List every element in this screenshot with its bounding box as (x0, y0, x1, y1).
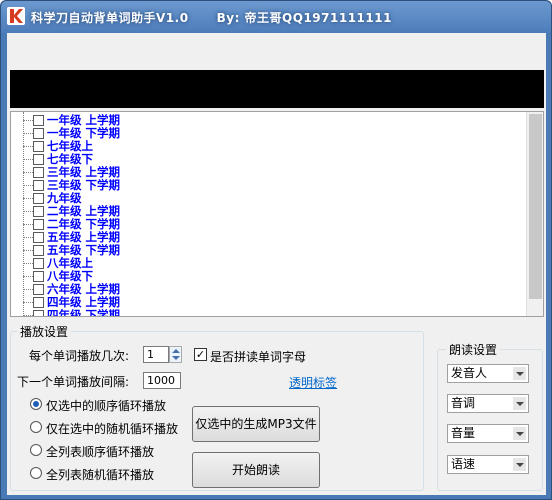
scrollbar-thumb[interactable] (529, 114, 542, 299)
chevron-down-icon[interactable] (513, 367, 526, 380)
tree-item-checkbox[interactable] (33, 271, 44, 282)
tree-branch-line (23, 133, 33, 134)
tree-branch-line (23, 276, 33, 277)
spin-up-icon[interactable] (172, 349, 180, 353)
tree-connector-line (23, 112, 24, 316)
play-mode-label[interactable]: 全列表随机循环播放 (46, 466, 154, 483)
voice-select[interactable]: 发音人 (447, 364, 529, 383)
tree-branch-line (23, 237, 33, 238)
tree-branch-line (23, 263, 33, 264)
tone-select-value: 音调 (451, 396, 476, 410)
playback-settings-title: 播放设置 (17, 323, 72, 340)
tree-item-checkbox[interactable] (33, 193, 44, 204)
tree-item-checkbox[interactable] (33, 115, 44, 126)
tree-item-checkbox[interactable] (33, 141, 44, 152)
tree-branch-line (23, 185, 33, 186)
tree-branch-line (23, 289, 33, 290)
play-mode-label[interactable]: 仅选中的顺序循环播放 (46, 397, 166, 414)
spin-down-icon[interactable] (172, 356, 180, 360)
client-area: 一年级 上学期 一年级 下学期 七年级上 七年级下 三年级 上学期 三年级 下学期 九年级二… (7, 33, 546, 495)
window-title: 科学刀自动背单词助手V1.0 By: 帝王哥QQ1971111111 (31, 11, 392, 25)
generate-mp3-button[interactable]: 仅选中的生成MP3文件 (192, 406, 320, 442)
app-logo-icon (7, 7, 25, 25)
play-mode-radio[interactable] (30, 421, 42, 433)
chevron-down-icon[interactable] (513, 427, 526, 440)
repeat-count-spinner[interactable] (169, 346, 182, 363)
tree-branch-line (23, 302, 33, 303)
speed-select-value: 语速 (451, 457, 476, 471)
tree-branch-line (23, 159, 33, 160)
tree-item-checkbox[interactable] (33, 284, 44, 295)
word-list-tree[interactable]: 一年级 上学期 一年级 下学期 七年级上 七年级下 三年级 上学期 三年级 下学期 九年级二… (10, 111, 544, 317)
vertical-scrollbar[interactable] (526, 112, 543, 316)
tree-branch-line (23, 120, 33, 121)
tree-branch-line (23, 146, 33, 147)
interval-label: 下一个单词播放间隔: (17, 375, 130, 389)
tree-item-checkbox[interactable] (33, 232, 44, 243)
title-bar[interactable]: 科学刀自动背单词助手V1.0 By: 帝王哥QQ1971111111 (1, 1, 551, 33)
tree-branch-line (23, 198, 33, 199)
tree-item-checkbox[interactable] (33, 245, 44, 256)
tree-item-checkbox[interactable] (33, 154, 44, 165)
play-mode-radio[interactable] (30, 398, 42, 410)
voice-select-value: 发音人 (451, 366, 488, 380)
play-mode-radio[interactable] (30, 467, 42, 479)
volume-select[interactable]: 音量 (447, 424, 529, 443)
tree-item-checkbox[interactable] (33, 167, 44, 178)
chevron-down-icon[interactable] (513, 397, 526, 410)
tree-item-checkbox[interactable] (33, 258, 44, 269)
start-reading-button[interactable]: 开始朗读 (192, 452, 320, 488)
tree-item-checkbox[interactable] (33, 128, 44, 139)
tree-branch-line (23, 211, 33, 212)
spell-letters-checkbox[interactable]: ✓ (194, 348, 207, 361)
chevron-down-icon[interactable] (513, 458, 526, 471)
tree-item-checkbox[interactable] (33, 297, 44, 308)
tone-select[interactable]: 音调 (447, 394, 529, 413)
repeat-count-label: 每个单词播放几次: (29, 349, 130, 363)
interval-input[interactable]: 1000 (143, 372, 181, 389)
tree-item-checkbox[interactable] (33, 180, 44, 191)
tree-item-label: 四年级 下学期 (47, 308, 121, 317)
repeat-count-input[interactable]: 1 (143, 346, 169, 363)
app-window: 科学刀自动背单词助手V1.0 By: 帝王哥QQ1971111111 一年级 上… (0, 0, 552, 500)
play-mode-label[interactable]: 全列表顺序循环播放 (46, 443, 154, 460)
tree-branch-line (23, 315, 33, 316)
tree-item-checkbox[interactable] (33, 219, 44, 230)
tree-item-checkbox[interactable] (33, 206, 44, 217)
play-mode-label[interactable]: 仅在选中的随机循环播放 (46, 420, 178, 437)
volume-select-value: 音量 (451, 426, 476, 440)
tree-branch-line (23, 250, 33, 251)
play-mode-radio[interactable] (30, 444, 42, 456)
reading-settings-title: 朗读设置 (446, 341, 501, 358)
tree-item-checkbox[interactable] (33, 310, 44, 316)
spell-letters-label[interactable]: 是否拼读单词字母 (210, 348, 306, 365)
tree-branch-line (23, 172, 33, 173)
speed-select[interactable]: 语速 (447, 455, 529, 474)
display-panel (10, 70, 544, 108)
transparent-label-link[interactable]: 透明标签 (289, 374, 337, 391)
tree-branch-line (23, 224, 33, 225)
